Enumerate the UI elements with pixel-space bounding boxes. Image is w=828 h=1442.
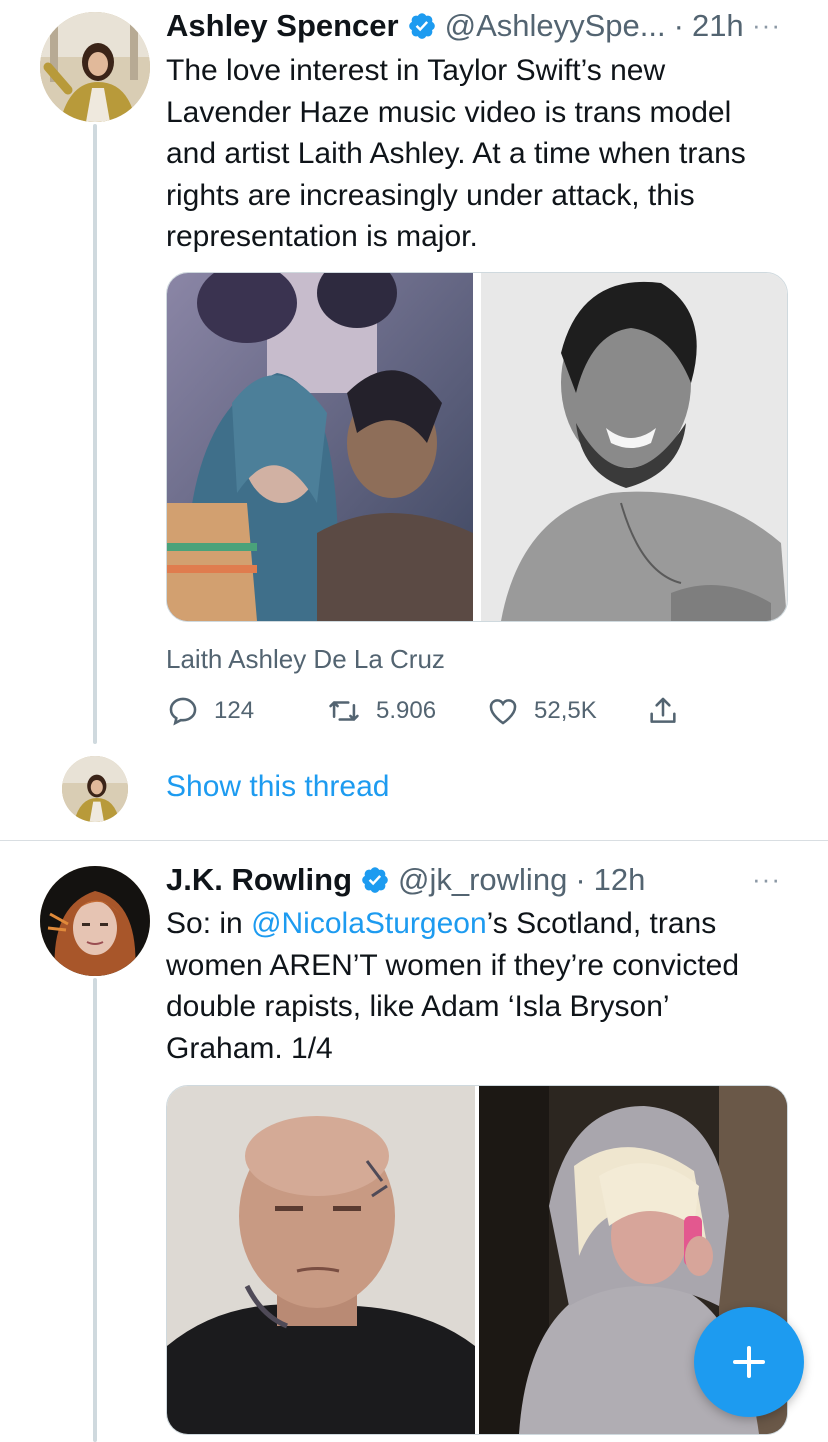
tweet1-media[interactable]: [166, 272, 788, 622]
verified-badge-icon: [362, 867, 388, 893]
thread-line-bottom: [93, 978, 97, 1442]
tweet1-header: Ashley Spencer @AshleyySpe... · 21h: [166, 6, 766, 46]
tweet1-media-image-2[interactable]: [481, 273, 787, 621]
retweet-icon: [329, 701, 359, 721]
verified-badge-icon: [408, 13, 435, 39]
tweet1-media-image-1[interactable]: [167, 273, 473, 621]
like-icon: [489, 699, 517, 725]
tweet2-separator: ·: [575, 862, 586, 897]
tweet2-mention-link[interactable]: @NicolaSturgeon: [251, 907, 487, 940]
tweet1-card-title[interactable]: Laith Ashley De La Cruz: [166, 644, 445, 675]
tweet1-author-handle[interactable]: @AshleyySpe...: [445, 8, 666, 44]
tweet2-author-name[interactable]: J.K. Rowling: [166, 862, 352, 898]
tweet2-media[interactable]: [166, 1085, 788, 1435]
tweet1-reply-count: 124: [214, 697, 255, 724]
tweet1-like-action[interactable]: 52,5K: [486, 694, 597, 728]
tweet2-header: J.K. Rowling @jk_rowling · 12h: [166, 860, 766, 900]
tweet1-retweet-count: 5.906: [376, 697, 437, 724]
avatar-ashley-spencer[interactable]: [40, 12, 150, 122]
tweet1-text: The love interest in Taylor Swift’s new …: [166, 54, 746, 253]
avatar-jk-rowling[interactable]: [40, 866, 150, 976]
tweet2-timestamp[interactable]: 12h: [594, 862, 646, 898]
more-icon[interactable]: ···: [752, 864, 781, 895]
tweet1-timestamp[interactable]: 21h: [692, 8, 744, 44]
tweet2-media-image-1[interactable]: [167, 1086, 475, 1434]
thread-avatar[interactable]: [62, 756, 128, 822]
show-thread-link[interactable]: Show this thread: [166, 770, 389, 804]
compose-tweet-button[interactable]: [694, 1307, 804, 1417]
thread-line-top: [93, 124, 97, 744]
tweet-divider: [0, 840, 828, 841]
share-icon: [650, 697, 676, 723]
reply-icon: [169, 697, 197, 726]
tweet1-reply-action[interactable]: 124: [166, 694, 254, 728]
tweet1-share-action[interactable]: [646, 694, 680, 728]
tweet1-author-name[interactable]: Ashley Spencer: [166, 8, 399, 44]
compose-plus-icon: [733, 1346, 765, 1378]
tweet2-text-prefix: So: in: [166, 907, 252, 940]
tweet1-retweet-action[interactable]: 5.906: [326, 694, 436, 728]
tweet1-like-count: 52,5K: [534, 697, 597, 724]
tweet2-text: So: in @NicolaSturgeon’s Scotland, trans…: [166, 903, 786, 1069]
more-icon[interactable]: ···: [752, 10, 781, 41]
tweet1-separator: ·: [673, 8, 684, 43]
tweet2-author-handle[interactable]: @jk_rowling: [398, 862, 567, 898]
